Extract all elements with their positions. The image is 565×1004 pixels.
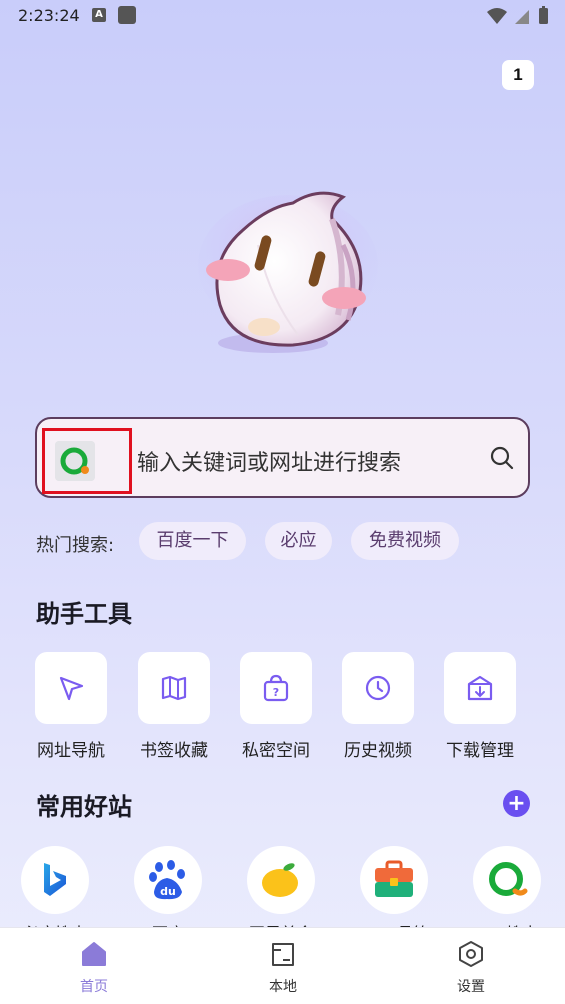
tab-count-button[interactable]: 1 bbox=[502, 60, 534, 90]
baidu-paw-icon: du bbox=[149, 860, 185, 900]
status-time: 2:23:24 bbox=[18, 6, 80, 25]
nav-label-home: 首页 bbox=[80, 979, 108, 995]
hot-search-chip[interactable]: 必应 bbox=[265, 522, 332, 560]
app-notification-icon bbox=[118, 6, 136, 24]
nav-item-home[interactable]: 首页 bbox=[54, 940, 134, 996]
nav-label-settings: 设置 bbox=[457, 979, 485, 995]
tool-label: 下载管理 bbox=[446, 741, 514, 761]
mango-icon bbox=[262, 863, 298, 897]
folder-icon bbox=[272, 943, 294, 966]
search-engine-selector[interactable] bbox=[42, 428, 132, 494]
tool-item-downloads[interactable]: 下载管理 bbox=[435, 652, 525, 761]
tool-label: 网址导航 bbox=[37, 741, 105, 761]
tool-label: 历史视频 bbox=[344, 741, 412, 761]
nav-item-settings[interactable]: 设置 bbox=[431, 940, 511, 996]
svg-text:?: ? bbox=[273, 686, 279, 699]
toolbox-icon bbox=[375, 860, 413, 897]
sites-section-title: 常用好站 bbox=[36, 793, 132, 821]
tool-item-history[interactable]: 历史视频 bbox=[333, 652, 423, 761]
a-notification-icon: A bbox=[92, 8, 106, 22]
bookmark-book-icon bbox=[161, 675, 187, 701]
add-site-button[interactable]: + bbox=[503, 790, 530, 817]
tool-item-private-space[interactable]: ? 私密空间 bbox=[231, 652, 321, 761]
360-search-engine-icon[interactable] bbox=[55, 441, 95, 481]
hot-search-chip[interactable]: 百度一下 bbox=[139, 522, 246, 560]
tool-item-bookmarks[interactable]: 书签收藏 bbox=[129, 652, 219, 761]
hot-search-chip[interactable]: 免费视频 bbox=[351, 522, 459, 560]
home-icon bbox=[82, 942, 106, 966]
status-bar: 2:23:24 A bbox=[0, 0, 565, 32]
onion-mascot-icon bbox=[198, 191, 378, 353]
bottom-nav: 首页 本地 设置 bbox=[0, 927, 565, 1004]
search-bar[interactable]: 输入关键词或网址进行搜索 bbox=[35, 417, 530, 498]
status-indicators-icon bbox=[487, 6, 548, 24]
download-box-icon bbox=[467, 675, 493, 701]
settings-hex-icon bbox=[459, 941, 483, 967]
tool-label: 私密空间 bbox=[242, 741, 310, 761]
tool-item-navigation[interactable]: 网址导航 bbox=[26, 652, 116, 761]
nav-item-local[interactable]: 本地 bbox=[243, 940, 323, 996]
private-bag-icon: ? bbox=[263, 674, 289, 702]
nav-label-local: 本地 bbox=[269, 979, 297, 995]
hot-search-label: 热门搜索: bbox=[36, 535, 115, 556]
tool-label: 书签收藏 bbox=[140, 741, 208, 761]
svg-text:du: du bbox=[160, 885, 176, 898]
search-input[interactable]: 输入关键词或网址进行搜索 bbox=[137, 445, 401, 477]
navigation-arrow-icon bbox=[59, 676, 84, 701]
clock-icon bbox=[365, 675, 391, 701]
360-ring-icon bbox=[489, 862, 528, 896]
bing-icon bbox=[44, 863, 66, 896]
search-icon[interactable] bbox=[489, 445, 515, 471]
tools-section-title: 助手工具 bbox=[36, 600, 132, 628]
